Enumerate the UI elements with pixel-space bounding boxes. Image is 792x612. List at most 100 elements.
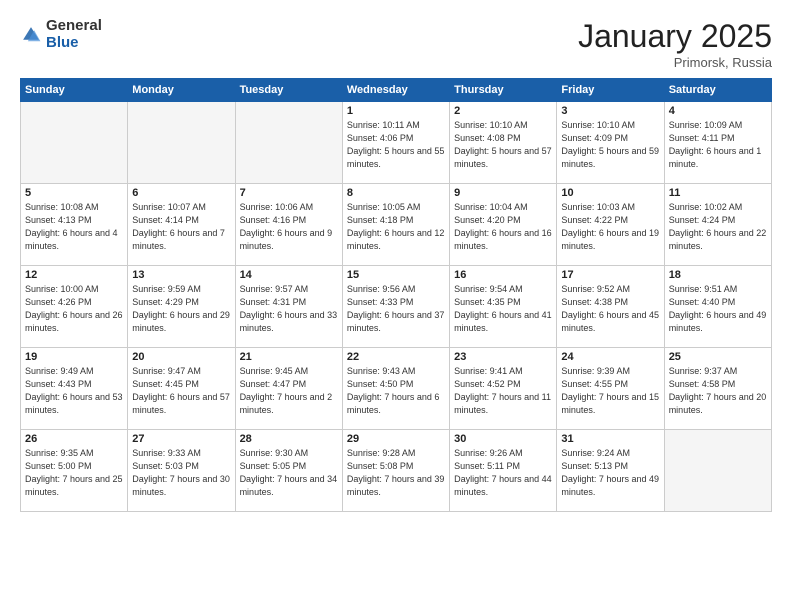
- table-row: 18 Sunrise: 9:51 AM Sunset: 4:40 PM Dayli…: [664, 266, 771, 348]
- day-detail: Sunrise: 10:09 AM Sunset: 4:11 PM Daylig…: [669, 119, 767, 171]
- day-detail: Sunrise: 9:35 AM Sunset: 5:00 PM Dayligh…: [25, 447, 123, 499]
- day-detail: Sunrise: 9:57 AM Sunset: 4:31 PM Dayligh…: [240, 283, 338, 335]
- calendar-table: Sunday Monday Tuesday Wednesday Thursday…: [20, 78, 772, 512]
- day-detail: Sunrise: 9:47 AM Sunset: 4:45 PM Dayligh…: [132, 365, 230, 417]
- header-friday: Friday: [557, 79, 664, 102]
- table-row: 20Sunrise: 9:47 AM Sunset: 4:45 PM Dayli…: [128, 348, 235, 430]
- day-number: 29: [347, 433, 445, 445]
- day-number: 22: [347, 351, 445, 363]
- day-number: 1: [347, 105, 445, 117]
- table-row: 6 Sunrise: 10:07 AM Sunset: 4:14 PM Dayli…: [128, 184, 235, 266]
- table-row: 12 Sunrise: 10:00 AM Sunset: 4:26 PM Dayl…: [21, 266, 128, 348]
- day-number: 6: [132, 187, 230, 199]
- calendar-header-row: Sunday Monday Tuesday Wednesday Thursday…: [21, 79, 772, 102]
- day-number: 9: [454, 187, 552, 199]
- day-number: 21: [240, 351, 338, 363]
- table-row: 1Sunrise: 10:11 AM Sunset: 4:06 PM Dayli…: [342, 102, 449, 184]
- day-detail: Sunrise: 10:08 AM Sunset: 4:13 PM Daylig…: [25, 201, 123, 253]
- table-row: 2Sunrise: 10:10 AM Sunset: 4:08 PM Dayli…: [450, 102, 557, 184]
- title-block: January 2025 Primorsk, Russia: [578, 18, 772, 70]
- day-number: 28: [240, 433, 338, 445]
- day-detail: Sunrise: 10:00 AM Sunset: 4:26 PM Daylig…: [25, 283, 123, 335]
- table-row: 28 Sunrise: 9:30 AM Sunset: 5:05 PM Dayli…: [235, 430, 342, 512]
- logo-blue: Blue: [46, 35, 102, 52]
- header-wednesday: Wednesday: [342, 79, 449, 102]
- day-number: 24: [561, 351, 659, 363]
- table-row: 8 Sunrise: 10:05 AM Sunset: 4:18 PM Dayli…: [342, 184, 449, 266]
- day-number: 13: [132, 269, 230, 281]
- table-row: [128, 102, 235, 184]
- day-number: 2: [454, 105, 552, 117]
- table-row: 4 Sunrise: 10:09 AM Sunset: 4:11 PM Dayli…: [664, 102, 771, 184]
- table-row: 27Sunrise: 9:33 AM Sunset: 5:03 PM Dayli…: [128, 430, 235, 512]
- calendar-week-row: 19Sunrise: 9:49 AM Sunset: 4:43 PM Dayli…: [21, 348, 772, 430]
- table-row: 26 Sunrise: 9:35 AM Sunset: 5:00 PM Dayli…: [21, 430, 128, 512]
- day-detail: Sunrise: 10:06 AM Sunset: 4:16 PM Daylig…: [240, 201, 338, 253]
- day-detail: Sunrise: 9:26 AM Sunset: 5:11 PM Dayligh…: [454, 447, 552, 499]
- header-monday: Monday: [128, 79, 235, 102]
- day-detail: Sunrise: 10:07 AM Sunset: 4:14 PM Daylig…: [132, 201, 230, 253]
- table-row: 7 Sunrise: 10:06 AM Sunset: 4:16 PM Dayli…: [235, 184, 342, 266]
- table-row: [235, 102, 342, 184]
- table-row: 5 Sunrise: 10:08 AM Sunset: 4:13 PM Dayli…: [21, 184, 128, 266]
- table-row: 23 Sunrise: 9:41 AM Sunset: 4:52 PM Dayli…: [450, 348, 557, 430]
- day-number: 17: [561, 269, 659, 281]
- day-detail: Sunrise: 9:28 AM Sunset: 5:08 PM Dayligh…: [347, 447, 445, 499]
- day-number: 16: [454, 269, 552, 281]
- day-number: 23: [454, 351, 552, 363]
- table-row: 31 Sunrise: 9:24 AM Sunset: 5:13 PM Dayli…: [557, 430, 664, 512]
- day-detail: Sunrise: 9:52 AM Sunset: 4:38 PM Dayligh…: [561, 283, 659, 335]
- day-detail: Sunrise: 9:30 AM Sunset: 5:05 PM Dayligh…: [240, 447, 338, 499]
- day-number: 25: [669, 351, 767, 363]
- day-detail: Sunrise: 9:24 AM Sunset: 5:13 PM Dayligh…: [561, 447, 659, 499]
- day-detail: Sunrise: 9:41 AM Sunset: 4:52 PM Dayligh…: [454, 365, 552, 417]
- table-row: 9 Sunrise: 10:04 AM Sunset: 4:20 PM Dayli…: [450, 184, 557, 266]
- day-number: 26: [25, 433, 123, 445]
- calendar-week-row: 5 Sunrise: 10:08 AM Sunset: 4:13 PM Dayli…: [21, 184, 772, 266]
- day-detail: Sunrise: 9:45 AM Sunset: 4:47 PM Dayligh…: [240, 365, 338, 417]
- day-number: 31: [561, 433, 659, 445]
- table-row: [664, 430, 771, 512]
- day-detail: Sunrise: 10:10 AM Sunset: 4:09 PM Daylig…: [561, 119, 659, 171]
- day-number: 15: [347, 269, 445, 281]
- day-detail: Sunrise: 10:04 AM Sunset: 4:20 PM Daylig…: [454, 201, 552, 253]
- day-number: 12: [25, 269, 123, 281]
- day-detail: Sunrise: 10:03 AM Sunset: 4:22 PM Daylig…: [561, 201, 659, 253]
- day-number: 4: [669, 105, 767, 117]
- day-detail: Sunrise: 9:37 AM Sunset: 4:58 PM Dayligh…: [669, 365, 767, 417]
- table-row: 25 Sunrise: 9:37 AM Sunset: 4:58 PM Dayli…: [664, 348, 771, 430]
- table-row: 10 Sunrise: 10:03 AM Sunset: 4:22 PM Dayl…: [557, 184, 664, 266]
- logo: General Blue: [20, 18, 102, 51]
- table-row: 24Sunrise: 9:39 AM Sunset: 4:55 PM Dayli…: [557, 348, 664, 430]
- day-number: 3: [561, 105, 659, 117]
- day-detail: Sunrise: 9:51 AM Sunset: 4:40 PM Dayligh…: [669, 283, 767, 335]
- page-header: General Blue January 2025 Primorsk, Russ…: [20, 18, 772, 70]
- header-sunday: Sunday: [21, 79, 128, 102]
- day-number: 14: [240, 269, 338, 281]
- day-detail: Sunrise: 9:49 AM Sunset: 4:43 PM Dayligh…: [25, 365, 123, 417]
- day-detail: Sunrise: 10:02 AM Sunset: 4:24 PM Daylig…: [669, 201, 767, 253]
- logo-text: General Blue: [46, 18, 102, 51]
- header-saturday: Saturday: [664, 79, 771, 102]
- day-number: 5: [25, 187, 123, 199]
- day-detail: Sunrise: 9:59 AM Sunset: 4:29 PM Dayligh…: [132, 283, 230, 335]
- day-number: 8: [347, 187, 445, 199]
- day-number: 10: [561, 187, 659, 199]
- calendar-page: General Blue January 2025 Primorsk, Russ…: [0, 0, 792, 612]
- header-tuesday: Tuesday: [235, 79, 342, 102]
- day-number: 30: [454, 433, 552, 445]
- table-row: 15 Sunrise: 9:56 AM Sunset: 4:33 PM Dayli…: [342, 266, 449, 348]
- location: Primorsk, Russia: [578, 55, 772, 70]
- month-title: January 2025: [578, 18, 772, 55]
- day-number: 18: [669, 269, 767, 281]
- day-number: 7: [240, 187, 338, 199]
- day-detail: Sunrise: 9:56 AM Sunset: 4:33 PM Dayligh…: [347, 283, 445, 335]
- table-row: 30 Sunrise: 9:26 AM Sunset: 5:11 PM Dayli…: [450, 430, 557, 512]
- logo-general: General: [46, 18, 102, 35]
- day-number: 27: [132, 433, 230, 445]
- table-row: 22Sunrise: 9:43 AM Sunset: 4:50 PM Dayli…: [342, 348, 449, 430]
- table-row: 13 Sunrise: 9:59 AM Sunset: 4:29 PM Dayli…: [128, 266, 235, 348]
- table-row: 14 Sunrise: 9:57 AM Sunset: 4:31 PM Dayli…: [235, 266, 342, 348]
- day-detail: Sunrise: 10:05 AM Sunset: 4:18 PM Daylig…: [347, 201, 445, 253]
- logo-icon: [20, 24, 42, 46]
